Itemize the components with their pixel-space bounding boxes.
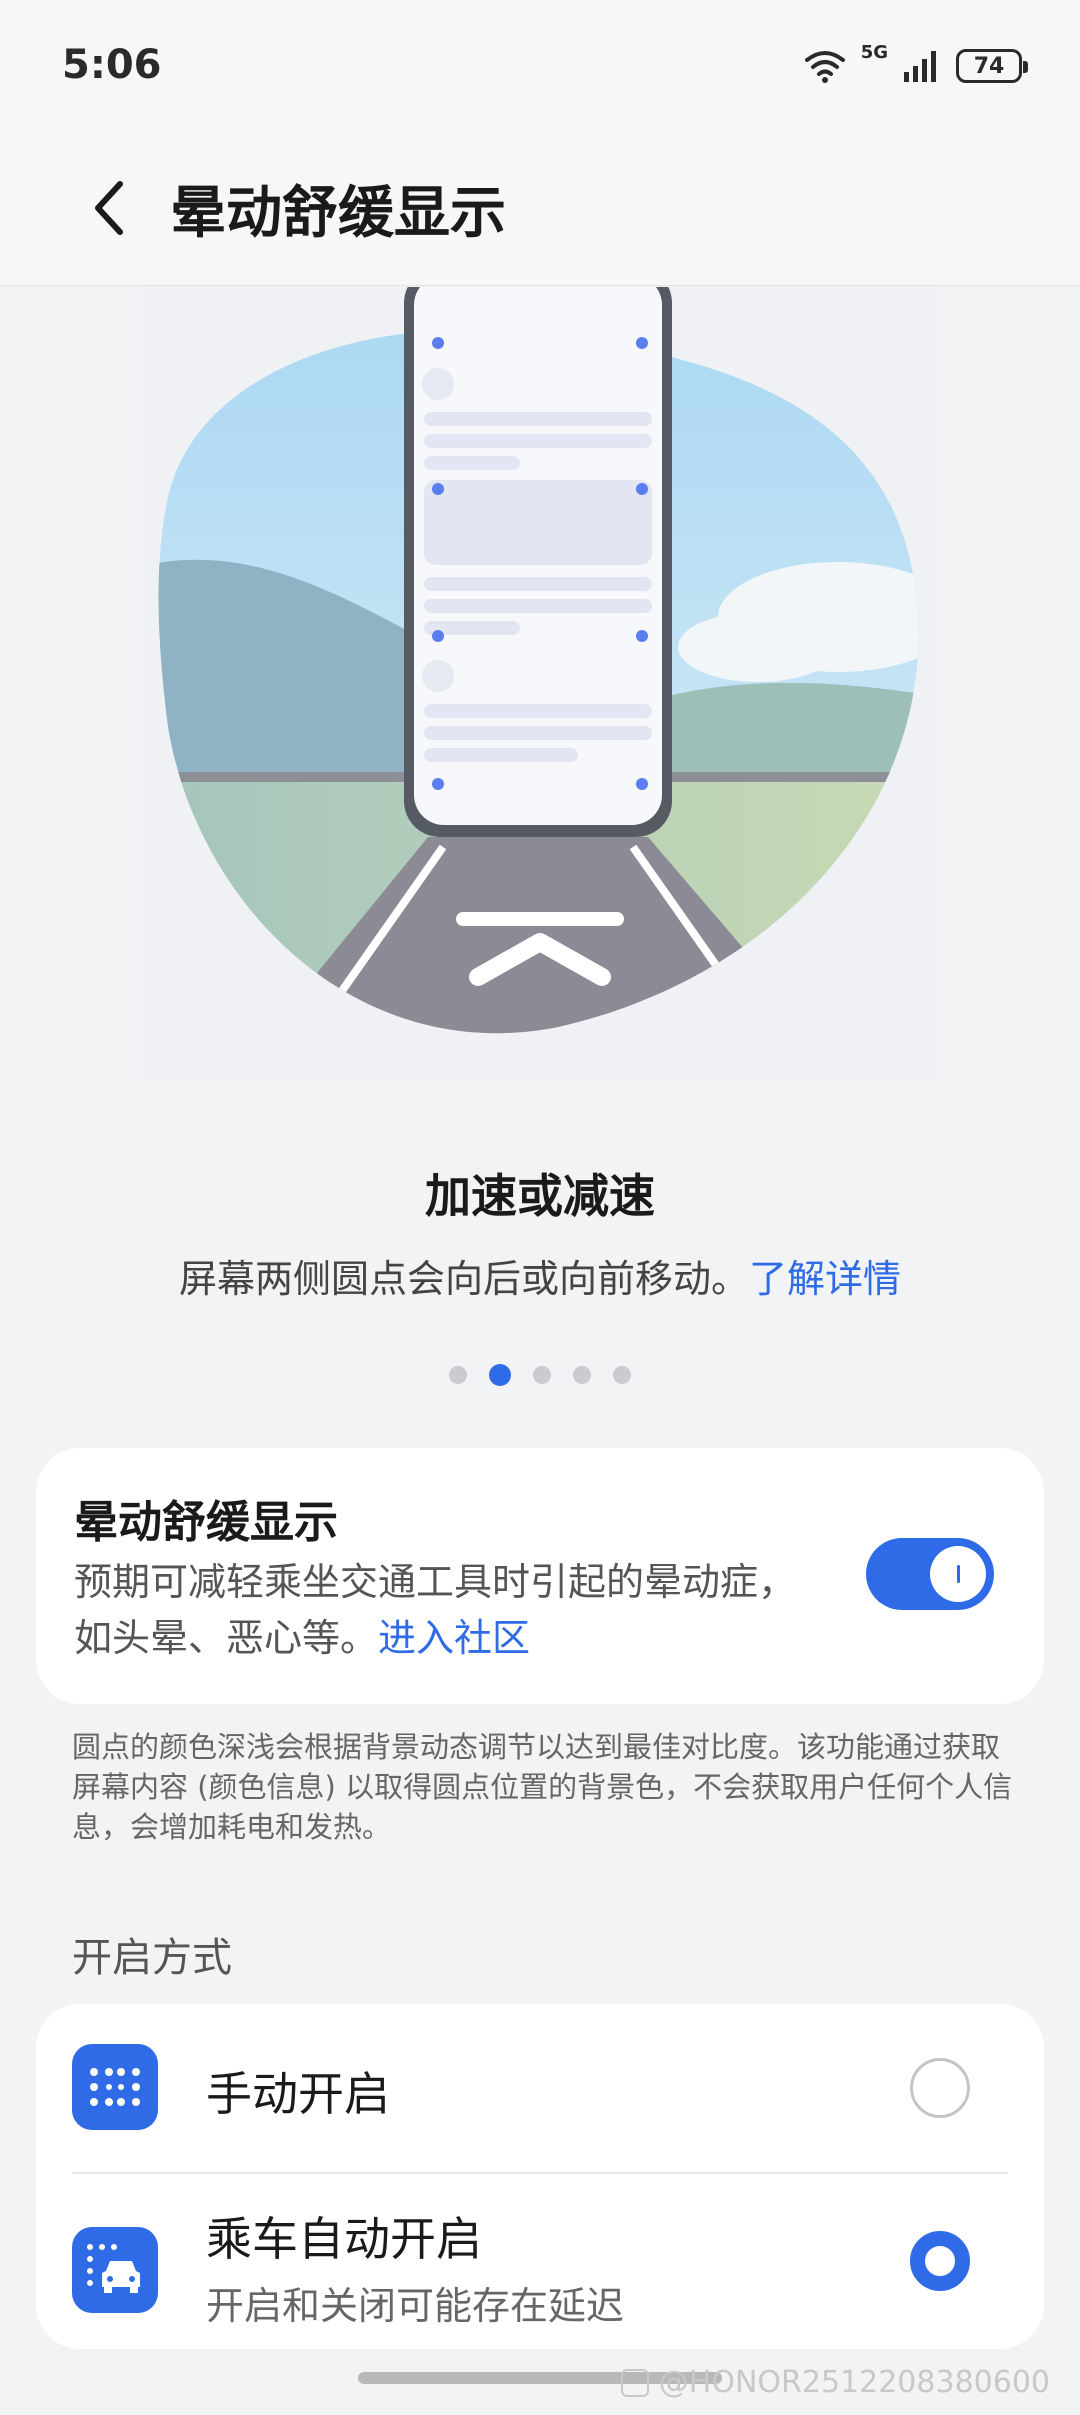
network-type-label: 5G	[860, 42, 888, 63]
option-subtitle: 开启和关闭可能存在延迟	[206, 2284, 625, 2328]
learn-more-link[interactable]: 了解详情	[749, 1257, 901, 1301]
option-label: 手动开启	[206, 2067, 390, 2121]
car-icon	[72, 2227, 158, 2313]
wifi-icon	[804, 51, 845, 83]
watermark-text: @HONOR2512208380600	[658, 2365, 1050, 2400]
chevron-left-icon	[95, 181, 123, 235]
radio-unselected[interactable]	[910, 2058, 970, 2118]
watermark-icon	[620, 2368, 649, 2397]
page-dot[interactable]	[573, 1366, 591, 1384]
enable-method-card: 手动开启 乘车自动开启 开启和关闭可能存在延迟	[36, 2004, 1044, 2349]
motion-display-card: 晕动舒缓显示 预期可减轻乘坐交通工具时引起的晕动症，如头晕、恶心等。进入社区	[36, 1448, 1044, 1704]
option-manual[interactable]: 手动开启	[36, 2004, 1044, 2172]
feature-description-text: 屏幕两侧圆点会向后或向前移动。	[178, 1257, 749, 1301]
watermark: @HONOR2512208380600	[620, 2365, 1050, 2400]
battery-level: 74	[973, 53, 1005, 79]
feature-description: 屏幕两侧圆点会向后或向前移动。了解详情	[0, 1248, 1080, 1303]
option-label: 乘车自动开启	[206, 2212, 482, 2266]
section-label: 开启方式	[72, 1935, 232, 1981]
battery-icon: 74	[956, 49, 1028, 83]
page-dot-active[interactable]	[489, 1364, 511, 1386]
motion-display-toggle[interactable]	[866, 1538, 994, 1610]
page-dot[interactable]	[533, 1366, 551, 1384]
page-title: 晕动舒缓显示	[170, 181, 506, 246]
page-indicator	[0, 1364, 1080, 1386]
status-bar: 5:06 5G 74	[0, 0, 1080, 130]
status-time: 5:06	[62, 42, 162, 88]
signal-icon	[904, 51, 936, 82]
setting-description: 预期可减轻乘坐交通工具时引起的晕动症，如头晕、恶心等。进入社区	[74, 1554, 814, 1666]
radio-selected[interactable]	[910, 2231, 970, 2291]
app-header: 晕动舒缓显示	[0, 130, 1080, 286]
setting-title: 晕动舒缓显示	[74, 1497, 338, 1548]
hero-illustration	[138, 287, 942, 1082]
option-auto-car[interactable]: 乘车自动开启 开启和关闭可能存在延迟	[36, 2173, 1044, 2349]
dots-grid-icon	[72, 2044, 158, 2130]
status-icons: 5G 74	[803, 42, 1028, 90]
feature-title: 加速或减速	[425, 1169, 655, 1223]
info-note: 圆点的颜色深浅会根据背景动态调节以达到最佳对比度。该功能通过获取屏幕内容 (颜色…	[72, 1730, 1013, 1844]
page-dot[interactable]	[449, 1366, 467, 1384]
page-dot[interactable]	[613, 1366, 631, 1384]
toggle-knob	[930, 1546, 986, 1602]
community-link[interactable]: 进入社区	[378, 1616, 530, 1660]
back-button[interactable]	[80, 168, 140, 248]
